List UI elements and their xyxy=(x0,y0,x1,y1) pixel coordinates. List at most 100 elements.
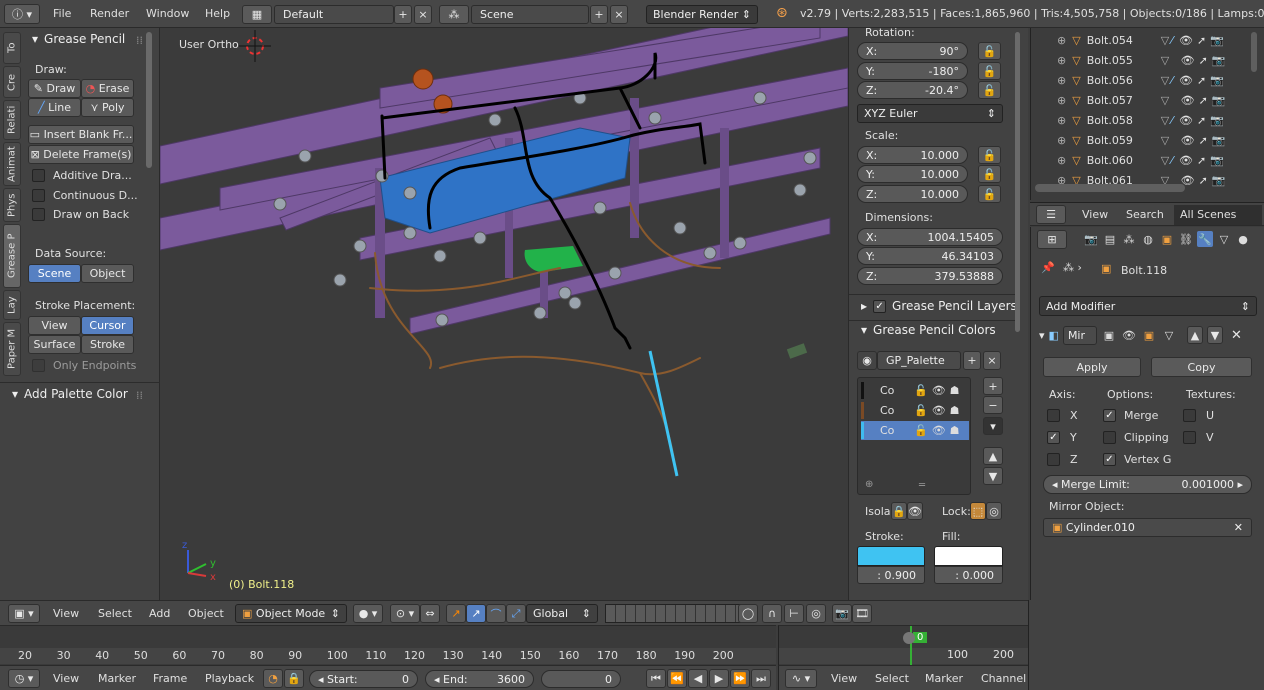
cursor-select-icon[interactable]: ➚ xyxy=(1199,94,1208,107)
expand-icon[interactable]: ⊕ xyxy=(1057,134,1066,147)
jump-prev-key-icon[interactable]: ⏪ xyxy=(667,669,687,688)
lock-icon[interactable]: 🔓 xyxy=(914,404,928,417)
cursor-select-icon[interactable]: ➚ xyxy=(1199,134,1208,147)
color-wheel-icon[interactable]: ◎ xyxy=(986,502,1002,520)
outliner-row[interactable]: ⊕ ▽ Bolt.057 ▽ 👁 ➚ 📷 xyxy=(1031,91,1247,110)
3d-menu-select[interactable]: Select xyxy=(98,607,132,620)
tab-layers[interactable]: Lay xyxy=(3,290,21,320)
scale-y-field[interactable]: Y: 10.000 xyxy=(857,165,968,183)
dimension-y-field[interactable]: Y: 46.34103 xyxy=(857,247,1003,265)
timeline-ruler[interactable]: 20 30 40 50 60 70 80 90 100 110 120 130 140 150 160 170… xyxy=(0,625,776,665)
menu-render[interactable]: Render xyxy=(90,7,129,20)
add-modifier-select[interactable]: Add Modifier ⇕ xyxy=(1039,296,1257,316)
color-add-button[interactable]: + xyxy=(983,377,1003,395)
ghost-icon[interactable]: ☗ xyxy=(950,384,960,397)
eye-icon[interactable]: 👁 xyxy=(932,384,946,397)
color-move-down-button[interactable]: ▼ xyxy=(983,467,1003,485)
clear-icon[interactable]: ✕ xyxy=(1234,521,1243,534)
stroke-alpha-field[interactable]: : 0.900 xyxy=(857,566,925,584)
pivot-select[interactable]: ⊙ ▾ xyxy=(390,604,420,623)
color-remove-button[interactable]: − xyxy=(983,396,1003,414)
expand-icon[interactable]: ⊕ xyxy=(1057,74,1066,87)
texture-v-checkbox[interactable]: V xyxy=(1183,431,1214,444)
3d-viewport[interactable]: y x z User Ortho (0) Bolt.118 xyxy=(160,28,848,600)
rotation-mode-select[interactable]: XYZ Euler ⇕ xyxy=(857,104,1003,123)
gp-layers-checkbox[interactable]: ✓ xyxy=(873,299,887,313)
lock-rotation-z-icon[interactable]: 🔓 xyxy=(978,81,1001,99)
jump-end-icon[interactable]: ⏭ xyxy=(751,669,771,688)
color-slot-3[interactable]: Co 🔓 👁 ☗ xyxy=(861,421,969,440)
lock-scale-z-icon[interactable]: 🔓 xyxy=(978,185,1001,203)
outliner-row[interactable]: ⊕ ▽ Bolt.054 ▽ ⁄ 👁 ➚ 📷 xyxy=(1031,31,1247,50)
world-tab-icon[interactable]: ◍ xyxy=(1140,231,1156,247)
lock-icon[interactable]: 🔓 xyxy=(914,384,928,397)
panel-drag-handle-icon[interactable]: ⁞⁞ xyxy=(136,34,143,47)
outliner-menu-view[interactable]: View xyxy=(1082,208,1108,221)
timeline-menu-marker[interactable]: Marker xyxy=(98,672,136,685)
eye-icon[interactable]: 👁 xyxy=(932,404,946,417)
scale-icon[interactable]: ⤢ xyxy=(506,604,526,623)
timeline-menu-view[interactable]: View xyxy=(53,672,79,685)
menu-window[interactable]: Window xyxy=(146,7,189,20)
eye-icon[interactable]: 👁 xyxy=(1181,94,1195,107)
rotation-z-field[interactable]: Z: -20.4° xyxy=(857,81,968,99)
camera-render-icon[interactable]: 📷 xyxy=(1210,74,1224,87)
layout-close-button[interactable]: × xyxy=(414,5,432,24)
merge-limit-field[interactable]: ◂ Merge Limit: 0.001000 ▸ xyxy=(1043,475,1252,494)
outliner-editor-icon[interactable]: ☰ xyxy=(1036,205,1066,224)
camera-render-icon[interactable]: 📷 xyxy=(1212,94,1226,107)
camera-render-icon[interactable]: 📷 xyxy=(1212,134,1226,147)
color-menu-button[interactable]: ▾ xyxy=(983,417,1003,435)
outliner-filter-select[interactable]: All Scenes xyxy=(1174,205,1262,225)
viewport-display-icon[interactable]: 👁 xyxy=(1121,327,1137,343)
lock-rotation-x-icon[interactable]: 🔓 xyxy=(978,42,1001,60)
tab-physics[interactable]: Phys xyxy=(3,188,21,222)
3d-menu-add[interactable]: Add xyxy=(149,607,170,620)
modifier-remove-icon[interactable]: ✕ xyxy=(1231,328,1242,343)
data-source-object-button[interactable]: Object xyxy=(81,264,134,283)
snap-icon[interactable]: ∩ xyxy=(762,604,782,623)
apply-button[interactable]: Apply xyxy=(1043,357,1141,377)
tab-animation[interactable]: Animat xyxy=(3,142,21,186)
timeline-menu-playback[interactable]: Playback xyxy=(205,672,254,685)
color-move-up-button[interactable]: ▲ xyxy=(983,447,1003,465)
graph-menu-channel[interactable]: Channel xyxy=(981,672,1026,685)
clipping-checkbox[interactable]: Clipping xyxy=(1103,431,1169,444)
scene-field[interactable]: Scene xyxy=(471,5,589,24)
axis-x-checkbox[interactable]: X xyxy=(1047,409,1078,422)
outliner-scrollbar[interactable] xyxy=(1035,184,1185,192)
layer-buttons[interactable] xyxy=(605,604,745,623)
stroke-color-swatch[interactable] xyxy=(857,546,925,566)
end-frame-field[interactable]: ◂ End: 3600 xyxy=(425,670,534,688)
shading-select[interactable]: ● ▾ xyxy=(353,604,383,623)
edit-cage-icon[interactable]: ▣ xyxy=(1101,327,1117,343)
eye-icon[interactable]: 👁 xyxy=(1181,134,1195,147)
tab-create[interactable]: Cre xyxy=(3,66,21,98)
dimension-x-field[interactable]: X: 1004.15405 xyxy=(857,228,1003,246)
play-icon[interactable]: ▶ xyxy=(709,669,729,688)
mode-select[interactable]: ▣ Object Mode ⇕ xyxy=(235,604,347,623)
scene-add-button[interactable]: + xyxy=(590,5,608,24)
expand-icon[interactable]: ⊕ xyxy=(1057,54,1066,67)
texture-u-checkbox[interactable]: U xyxy=(1183,409,1214,422)
gp-layers-panel-header[interactable]: ▸ ✓ Grease Pencil Layers xyxy=(861,299,1017,313)
render-engine-select[interactable]: Blender Render ⇕ xyxy=(646,5,758,24)
modifier-move-up-button[interactable]: ▲ xyxy=(1186,326,1203,344)
copy-button[interactable]: Copy xyxy=(1151,357,1252,377)
menu-file[interactable]: File xyxy=(53,7,71,20)
scene-icon[interactable]: ⁂ xyxy=(439,5,469,24)
scale-z-field[interactable]: Z: 10.000 xyxy=(857,185,968,203)
placement-view-button[interactable]: View xyxy=(28,316,81,335)
expand-icon[interactable]: ⊕ xyxy=(1057,34,1066,47)
layers-tab-icon[interactable]: ▤ xyxy=(1102,231,1118,247)
camera-render-icon[interactable]: 📷 xyxy=(1212,54,1226,67)
data-tab-icon[interactable]: ▽ xyxy=(1216,231,1232,247)
ghost-icon[interactable]: ☗ xyxy=(950,424,960,437)
camera-render-icon[interactable]: 📷 xyxy=(1210,34,1224,47)
mirror-object-field[interactable]: ▣ Cylinder.010 ✕ xyxy=(1043,518,1252,537)
graph-menu-select[interactable]: Select xyxy=(875,672,909,685)
orientation-select[interactable]: Global ⇕ xyxy=(526,604,598,623)
draw-button[interactable]: ✎ Draw xyxy=(28,79,81,98)
opengl-anim-icon[interactable]: 🎞 xyxy=(852,604,872,623)
eye-icon[interactable]: 👁 xyxy=(1181,54,1195,67)
